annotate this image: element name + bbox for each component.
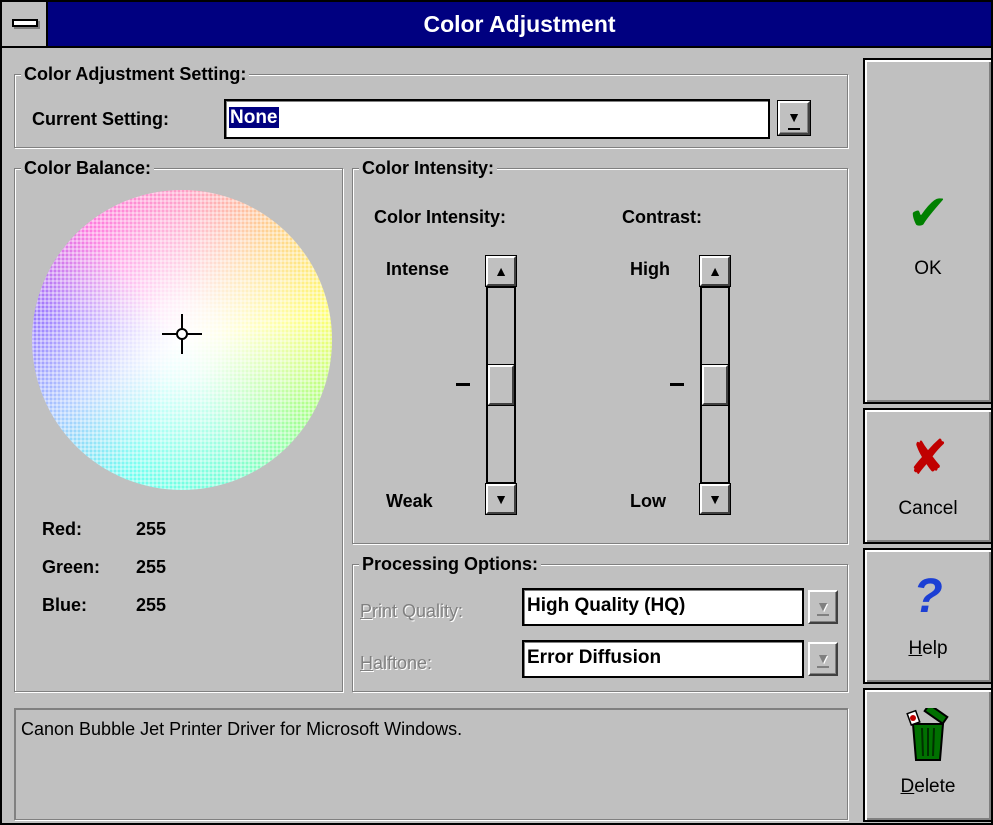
arrow-up-icon: ▲ xyxy=(494,263,508,279)
title-bar: Color Adjustment xyxy=(2,2,991,48)
red-value: 255 xyxy=(136,519,167,539)
arrow-down-icon: ▼ xyxy=(494,491,508,507)
print-quality-combobox[interactable]: High Quality (HQ) xyxy=(522,588,804,626)
chevron-down-icon: ▼ xyxy=(816,597,830,616)
color-intensity-legend: Color Intensity: xyxy=(359,157,498,179)
intensity-title: Color Intensity: xyxy=(374,207,507,227)
delete-button-label: Delete xyxy=(900,776,956,797)
ok-button-label: OK xyxy=(914,258,942,279)
ok-button[interactable]: ✔ OK xyxy=(863,58,993,404)
current-setting-value: None xyxy=(229,107,279,128)
contrast-up-button[interactable]: ▲ xyxy=(699,255,731,287)
halftone-label: Halftone: xyxy=(360,653,433,673)
chevron-down-icon: ▼ xyxy=(787,106,801,130)
contrast-down-button[interactable]: ▼ xyxy=(699,483,731,515)
contrast-center-tick xyxy=(670,383,684,386)
chevron-down-icon: ▼ xyxy=(816,649,830,668)
intensity-down-button[interactable]: ▼ xyxy=(485,483,517,515)
cancel-button[interactable]: ✘ Cancel xyxy=(863,408,993,544)
red-label: Red: xyxy=(42,519,82,539)
status-description: Canon Bubble Jet Printer Driver for Micr… xyxy=(14,708,848,820)
contrast-bottom-label: Low xyxy=(630,491,666,511)
print-quality-label: Print Quality: xyxy=(360,601,464,621)
green-value: 255 xyxy=(136,557,167,577)
current-setting-label: Current Setting: xyxy=(32,109,169,129)
intensity-slider-thumb[interactable] xyxy=(488,365,514,405)
color-balance-legend: Color Balance: xyxy=(21,157,155,179)
blue-label: Blue: xyxy=(42,595,87,615)
arrow-up-icon: ▲ xyxy=(708,263,722,279)
help-button-label: Help xyxy=(908,638,948,659)
arrow-down-icon: ▼ xyxy=(708,491,722,507)
halftone-combobox[interactable]: Error Diffusion xyxy=(522,640,804,678)
cancel-button-label: Cancel xyxy=(898,498,958,519)
intensity-center-tick xyxy=(456,383,470,386)
current-setting-combobox[interactable]: None xyxy=(224,99,770,139)
intensity-top-label: Intense xyxy=(386,259,450,279)
crosshair-cursor-icon[interactable] xyxy=(162,314,202,354)
window-title: Color Adjustment xyxy=(423,11,616,37)
current-setting-dropdown-button[interactable]: ▼ xyxy=(777,100,811,136)
question-mark-icon: ? xyxy=(913,570,943,623)
contrast-slider-thumb[interactable] xyxy=(702,365,728,405)
red-x-icon: ✘ xyxy=(907,432,949,485)
intensity-slider-track[interactable] xyxy=(486,286,516,484)
intensity-bottom-label: Weak xyxy=(386,491,433,511)
green-label: Green: xyxy=(42,557,101,577)
help-button[interactable]: ? Help xyxy=(863,548,993,684)
green-checkmark-icon: ✔ xyxy=(907,185,949,241)
processing-options-legend: Processing Options: xyxy=(359,553,542,575)
trash-can-icon xyxy=(865,703,991,773)
system-menu-icon[interactable] xyxy=(2,2,48,46)
contrast-top-label: High xyxy=(630,259,670,279)
blue-value: 255 xyxy=(136,595,167,615)
adjustment-setting-legend: Color Adjustment Setting: xyxy=(21,63,250,85)
contrast-title: Contrast: xyxy=(622,207,702,227)
halftone-dropdown-button[interactable]: ▼ xyxy=(808,642,838,676)
intensity-up-button[interactable]: ▲ xyxy=(485,255,517,287)
print-quality-value: High Quality (HQ) xyxy=(527,595,686,616)
halftone-value: Error Diffusion xyxy=(527,647,662,668)
contrast-slider-track[interactable] xyxy=(700,286,730,484)
print-quality-dropdown-button[interactable]: ▼ xyxy=(808,590,838,624)
delete-button[interactable]: Delete xyxy=(863,688,993,822)
color-adjustment-dialog: Color Adjustment Color Adjustment Settin… xyxy=(0,0,993,825)
